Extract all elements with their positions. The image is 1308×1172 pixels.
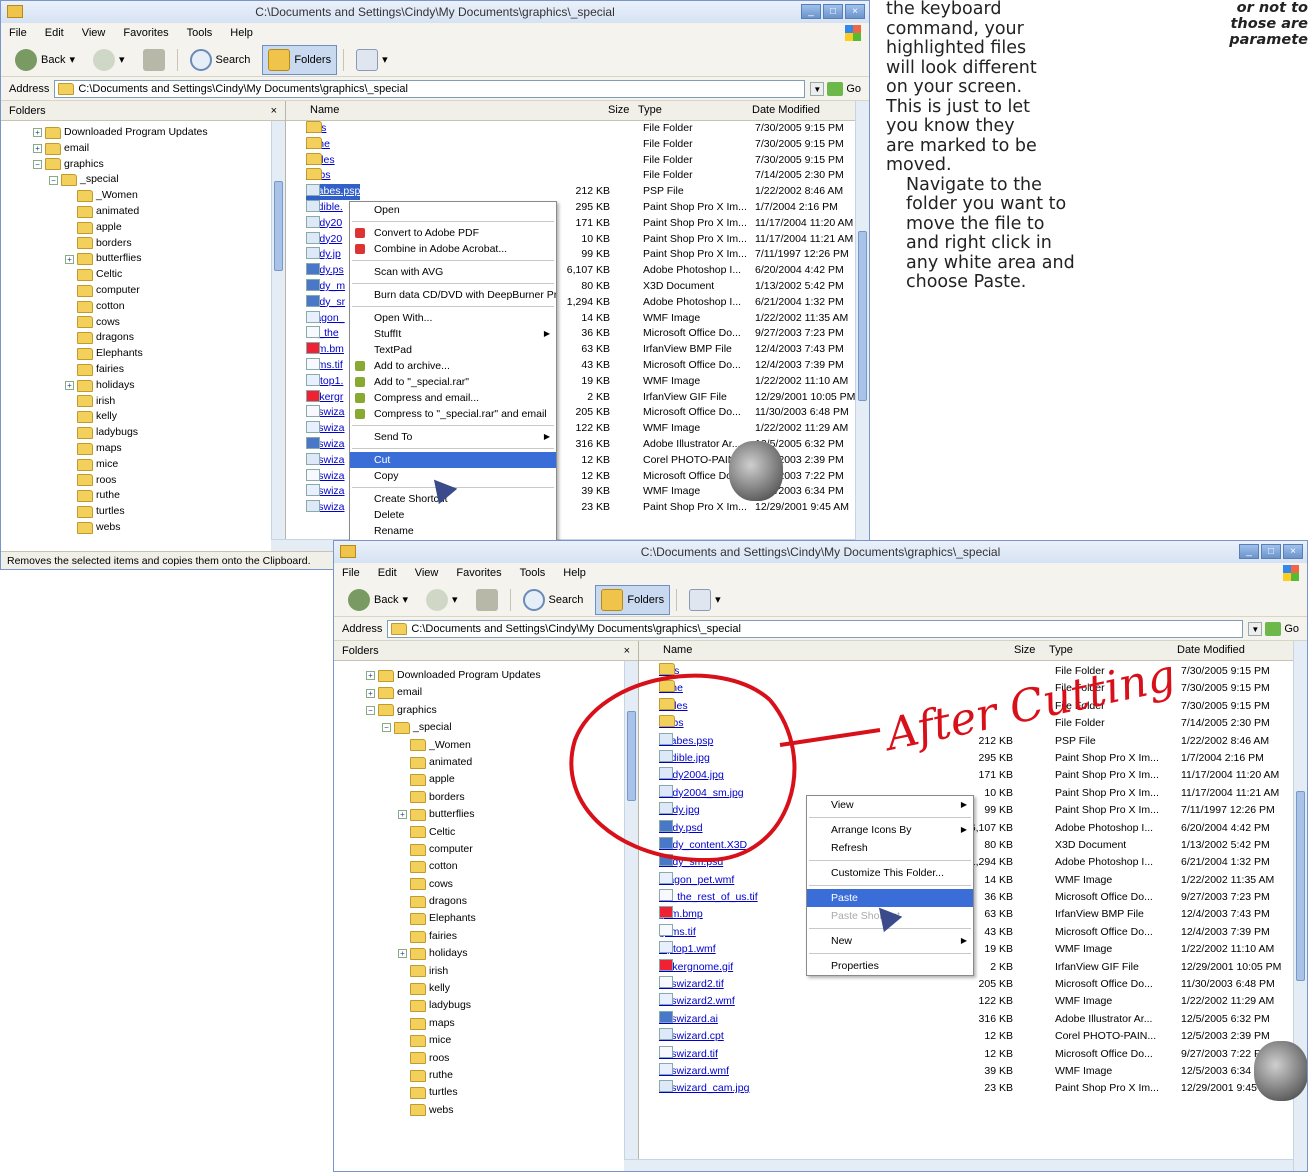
handwritten-annotation: After Cutting xyxy=(569,650,1180,863)
annotation-text: After Cutting xyxy=(878,650,1180,762)
red-arrow-annotation xyxy=(779,728,881,747)
red-circle-annotation xyxy=(569,673,797,863)
